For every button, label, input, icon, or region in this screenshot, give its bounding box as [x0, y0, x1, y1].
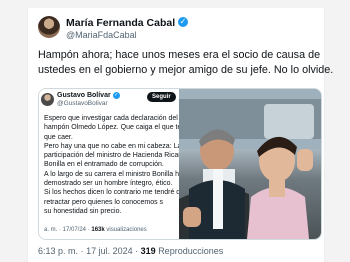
- quoted-author-handle[interactable]: @GustavoBolivar: [57, 100, 108, 107]
- quoted-views-label: visualizaciones: [106, 227, 147, 233]
- follow-button[interactable]: Seguir: [147, 92, 176, 102]
- quoted-text-line: retractar pero quienes lo conocemos s: [44, 198, 164, 206]
- tweet-date[interactable]: 17 jul. 2024: [86, 246, 133, 256]
- quoted-text-line: demostrado ser un hombre íntegro, ético.: [44, 180, 173, 188]
- quoted-author-avatar[interactable]: [41, 93, 54, 106]
- quoted-tweet[interactable]: Gustavo Bolívar ✓ @GustavoBolivar Seguir …: [38, 88, 322, 240]
- quoted-text-line: hampón Olmedo López. Que caiga el que te…: [44, 124, 179, 132]
- author-name[interactable]: María Fernanda Cabal: [66, 17, 175, 29]
- tweet-card: María Fernanda Cabal ✓ @MariaFdaCabal Ha…: [27, 8, 334, 262]
- meta-separator: ·: [135, 246, 139, 256]
- tweet-photo[interactable]: [179, 89, 321, 239]
- quoted-author-name-text: Gustavo Bolívar: [57, 92, 111, 99]
- quoted-text-line: Si los hechos dicen lo contrario me tend…: [44, 189, 179, 197]
- tweet-text-line: Hampón ahora; hace unos meses era el soc…: [38, 49, 321, 61]
- quoted-text-line: Pero hay una que no cabe en mi cabeza: L…: [44, 142, 179, 150]
- photo-illustration: [179, 89, 321, 239]
- quoted-author-name[interactable]: Gustavo Bolívar ✓: [57, 92, 120, 99]
- tweet-text-line: ustedes en el gobierno y mejor amigo de …: [38, 63, 334, 76]
- quoted-text-line: su honestidad sin precio.: [44, 207, 122, 215]
- quoted-meta-prefix: a. m. · 17/07/24 ·: [44, 227, 90, 233]
- tweet-meta: 6:13 p. m. · 17 jul. 2024 · 319 Reproduc…: [38, 246, 223, 256]
- tweet-text: Hampón ahora; hace unos meses era el soc…: [38, 48, 334, 77]
- author-avatar[interactable]: [38, 16, 60, 38]
- views-count: 319: [140, 246, 156, 256]
- quoted-text-line: Bonilla en el entramado de corrupción.: [44, 161, 164, 169]
- author-handle[interactable]: @MariaFdaCabal: [66, 30, 137, 40]
- quoted-tweet-content: Gustavo Bolívar ✓ @GustavoBolivar Seguir …: [39, 89, 179, 239]
- quoted-text-line: Espero que investigar cada declaración d…: [44, 115, 179, 122]
- quoted-tweet-text: Espero que investigar cada declaración d…: [44, 114, 179, 216]
- quoted-text-line: participación del ministro de Hacienda R…: [44, 152, 179, 160]
- quoted-tweet-meta: a. m. · 17/07/24 · 163k visualizaciones: [44, 227, 147, 233]
- meta-separator: ·: [80, 246, 84, 256]
- views-label: Reproducciones: [158, 246, 224, 256]
- verified-badge-icon: ✓: [112, 92, 120, 99]
- tweet-time[interactable]: 6:13 p. m.: [38, 246, 78, 256]
- verified-badge-icon: ✓: [178, 17, 188, 27]
- quoted-text-line: A lo largo de su carrera el ministro Bon…: [44, 170, 179, 178]
- quoted-text-line: que caer.: [44, 133, 73, 141]
- quoted-views-count: 163k: [91, 227, 105, 233]
